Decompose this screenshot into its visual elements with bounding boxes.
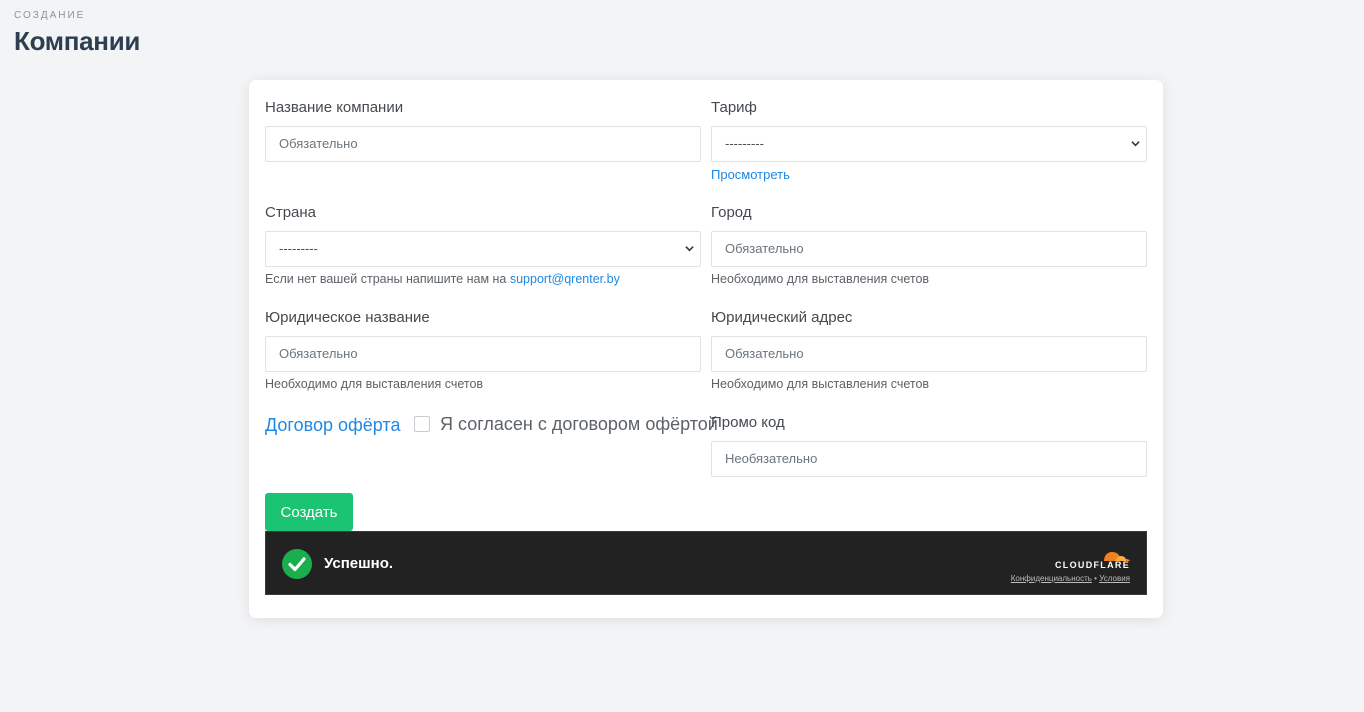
chevron-down-icon	[685, 246, 694, 252]
agree-checkbox[interactable]	[414, 416, 430, 432]
chevron-down-icon	[1131, 141, 1140, 147]
links-separator: •	[1094, 574, 1097, 583]
tariff-selected-value: ---------	[725, 136, 764, 151]
cloudflare-links: Конфиденциальность • Условия	[1011, 574, 1130, 584]
terms-link[interactable]: Условия	[1099, 574, 1130, 583]
legal-name-label: Юридическое название	[265, 309, 430, 326]
legal-address-input[interactable]: Обязательно	[711, 336, 1147, 372]
cloudflare-brand: CLOUDFLARE	[1055, 560, 1130, 570]
legal-name-hint: Необходимо для выставления счетов	[265, 377, 484, 391]
city-input[interactable]: Обязательно	[711, 231, 1147, 267]
page-overline: СОЗДАНИЕ	[14, 10, 86, 21]
country-hint: Если нет вашей страны напишите нам на su…	[265, 272, 620, 286]
privacy-link[interactable]: Конфиденциальность	[1011, 574, 1092, 583]
legal-name-input[interactable]: Обязательно	[265, 336, 701, 372]
country-select[interactable]: ---------	[265, 231, 701, 267]
offer-contract-link[interactable]: Договор офёрта	[265, 413, 400, 437]
captcha-status: Успешно.	[324, 555, 394, 572]
city-label: Город	[711, 204, 752, 221]
legal-address-label: Юридический адрес	[711, 309, 853, 326]
company-name-field: Название компании Обязательно	[265, 98, 701, 162]
city-hint: Необходимо для выставления счетов	[711, 272, 930, 286]
legal-name-field: Юридическое название Обязательно Необход…	[265, 308, 701, 392]
create-button[interactable]: Создать	[265, 493, 353, 531]
support-email-link[interactable]: support@qrenter.by	[510, 272, 620, 286]
page-header: СОЗДАНИЕ Компании	[14, 10, 140, 58]
legal-address-field: Юридический адрес Обязательно Необходимо…	[711, 308, 1147, 392]
page-title: Компании	[14, 26, 141, 56]
tariff-label: Тариф	[711, 99, 757, 116]
success-check-icon	[282, 549, 312, 579]
tariff-view-link[interactable]: Просмотреть	[711, 167, 790, 182]
company-name-label: Название компании	[265, 99, 404, 116]
country-field: Страна --------- Если нет вашей страны н…	[265, 203, 701, 287]
promo-input[interactable]: Необязательно	[711, 441, 1147, 477]
company-name-input[interactable]: Обязательно	[265, 126, 701, 162]
agree-checkbox-row[interactable]: Я согласен с договором офёртой	[414, 412, 718, 436]
tariff-field: Тариф --------- Просмотреть	[711, 98, 1147, 183]
cloudflare-captcha: Успешно. CLOUDFLARE Конфиденциальность •…	[265, 531, 1147, 595]
legal-address-hint: Необходимо для выставления счетов	[711, 377, 930, 391]
country-selected-value: ---------	[279, 241, 318, 256]
promo-field: Промо код Необязательно	[711, 413, 1147, 477]
country-label: Страна	[265, 204, 317, 221]
company-form-card: Название компании Обязательно Тариф ----…	[249, 80, 1163, 618]
agree-label: Я согласен с договором офёртой	[440, 414, 718, 434]
promo-label: Промо код	[711, 414, 785, 431]
tariff-select[interactable]: ---------	[711, 126, 1147, 162]
city-field: Город Обязательно Необходимо для выставл…	[711, 203, 1147, 287]
